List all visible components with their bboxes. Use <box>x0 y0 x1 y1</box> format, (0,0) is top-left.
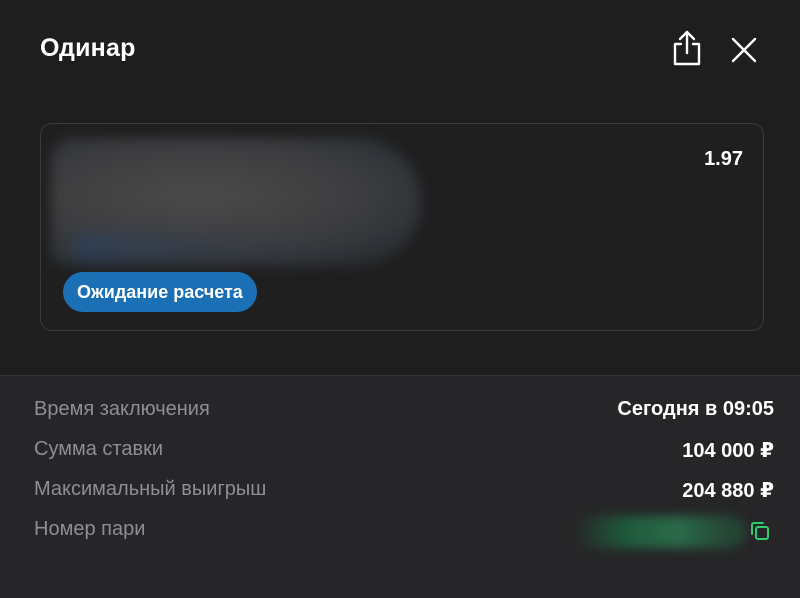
copy-button[interactable] <box>748 519 772 543</box>
share-button[interactable] <box>667 28 707 68</box>
odds-value: 1.97 <box>704 148 743 170</box>
detail-row-amount: Сумма ставки 104 000 ₽ <box>34 438 774 468</box>
detail-label: Время заключения <box>34 398 210 420</box>
bet-card[interactable]: 1.97 Ожидание расчета <box>40 123 764 331</box>
bet-details-panel: Одинар 1.97 Ожидание расчета Время заклю… <box>0 0 800 598</box>
copy-icon <box>751 522 769 540</box>
event-info-redacted <box>51 138 421 266</box>
header: Одинар <box>0 0 800 100</box>
detail-row-max-win: Максимальный выигрыш 204 880 ₽ <box>34 478 774 508</box>
detail-label: Сумма ставки <box>34 438 164 460</box>
page-title: Одинар <box>40 34 136 62</box>
detail-row-bet-number: Номер пари <box>34 516 774 548</box>
bet-details: Время заключения Сегодня в 09:05 Сумма с… <box>0 375 800 598</box>
close-icon <box>731 37 757 63</box>
detail-row-time: Время заключения Сегодня в 09:05 <box>34 398 774 428</box>
detail-value: 204 880 ₽ <box>682 480 774 502</box>
detail-label: Номер пари <box>34 518 146 540</box>
bet-number-redacted <box>576 516 746 548</box>
close-button[interactable] <box>724 30 764 70</box>
detail-value: 104 000 ₽ <box>682 440 774 462</box>
detail-label: Максимальный выигрыш <box>34 478 267 500</box>
share-icon <box>673 30 701 66</box>
status-badge: Ожидание расчета <box>63 272 257 312</box>
detail-value: Сегодня в 09:05 <box>617 398 774 420</box>
